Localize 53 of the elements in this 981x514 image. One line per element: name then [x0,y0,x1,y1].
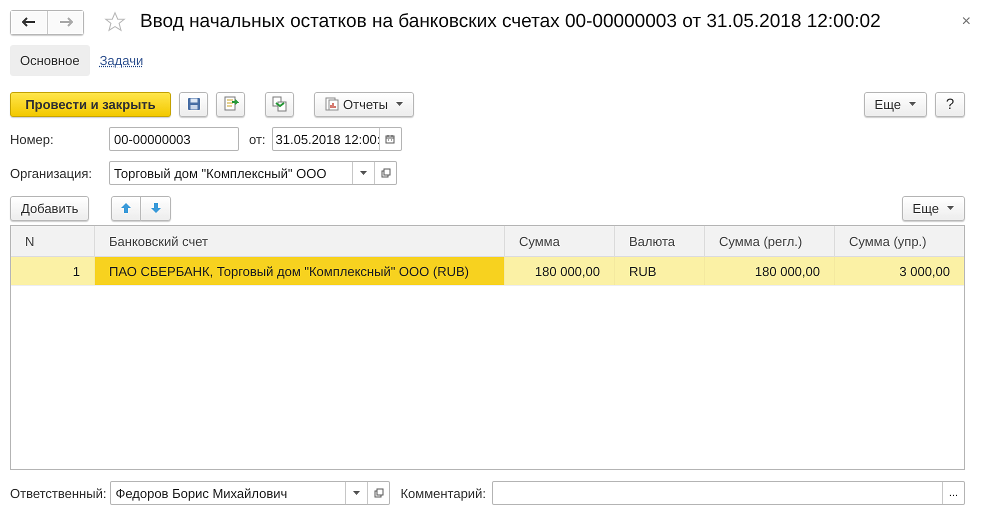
column-header[interactable]: Банковский счет [95,226,505,256]
table-cell-text: 3 000,00 [898,262,951,280]
more-button[interactable]: Еще [864,92,927,116]
move-down-button[interactable] [141,196,172,220]
back-button[interactable] [11,10,47,34]
table-row[interactable]: 1 ПАО СБЕРБАНК, Торговый дом "Комплексный" ООО (RUB) 180 000,00 RUB 180 000,00 3 000,00 [11,257,964,286]
calendar-icon [385,134,396,144]
column-header[interactable]: Сумма (регл.) [705,226,835,256]
responsible-field[interactable]: Федоров Борис Михайлович [110,481,390,505]
report-icon [325,97,339,111]
post-and-close-button[interactable]: Провести и закрыть [10,92,171,116]
table-cell: 180 000,00 [705,257,835,285]
linked-documents-icon [272,96,288,112]
open-icon [380,168,390,178]
forward-arrow-icon [58,17,72,27]
document-arrow-icon [222,96,238,112]
column-header[interactable]: Сумма [505,226,615,256]
more-button[interactable]: Еще [902,196,965,220]
move-up-button[interactable] [111,196,142,220]
caret-icon [947,206,954,210]
open-icon [374,488,384,498]
dropdown-caret-icon [360,171,367,175]
field-label: Ответственный: [10,486,106,500]
column-header[interactable]: N [11,226,95,256]
back-arrow-icon [22,17,36,27]
field-label: от: [249,132,266,146]
column-header[interactable]: Сумма (упр.) [835,226,964,256]
tab[interactable]: Задачи [96,44,154,76]
organization-field[interactable]: Торговый дом "Комплексный" ООО [109,161,397,185]
up-arrow-icon [120,202,132,214]
window-title: Ввод начальных остатков на банковских счетах 00-00000003 от 31.05.2018 12:00:02 [140,11,882,33]
reports-button[interactable]: Отчеты [314,92,414,116]
caret-icon [909,102,916,106]
save-button[interactable] [179,92,208,116]
field-label: Комментарий: [400,486,486,500]
table-cell: 180 000,00 [505,257,615,285]
structure-button[interactable] [265,92,294,116]
dropdown-caret-icon [353,491,360,495]
add-button[interactable]: Добавить [10,196,90,220]
number-field[interactable]: 00-00000003 [109,127,239,151]
close-button[interactable]: × [962,13,971,31]
field-label: Номер: [10,132,55,146]
table-cell: RUB [615,257,705,285]
star-icon[interactable] [104,11,126,33]
field-label: Организация: [10,166,94,180]
table-cell: ПАО СБЕРБАНК, Торговый дом "Комплексный" ООО (RUB) [95,257,505,285]
down-arrow-icon [150,202,162,214]
post-button[interactable] [216,92,245,116]
help-button[interactable]: ? [935,92,965,116]
comment-field[interactable]: ... [492,481,965,505]
column-header[interactable]: Валюта [615,226,705,256]
tab[interactable]: Основное [10,44,90,76]
caret-icon [396,102,403,106]
